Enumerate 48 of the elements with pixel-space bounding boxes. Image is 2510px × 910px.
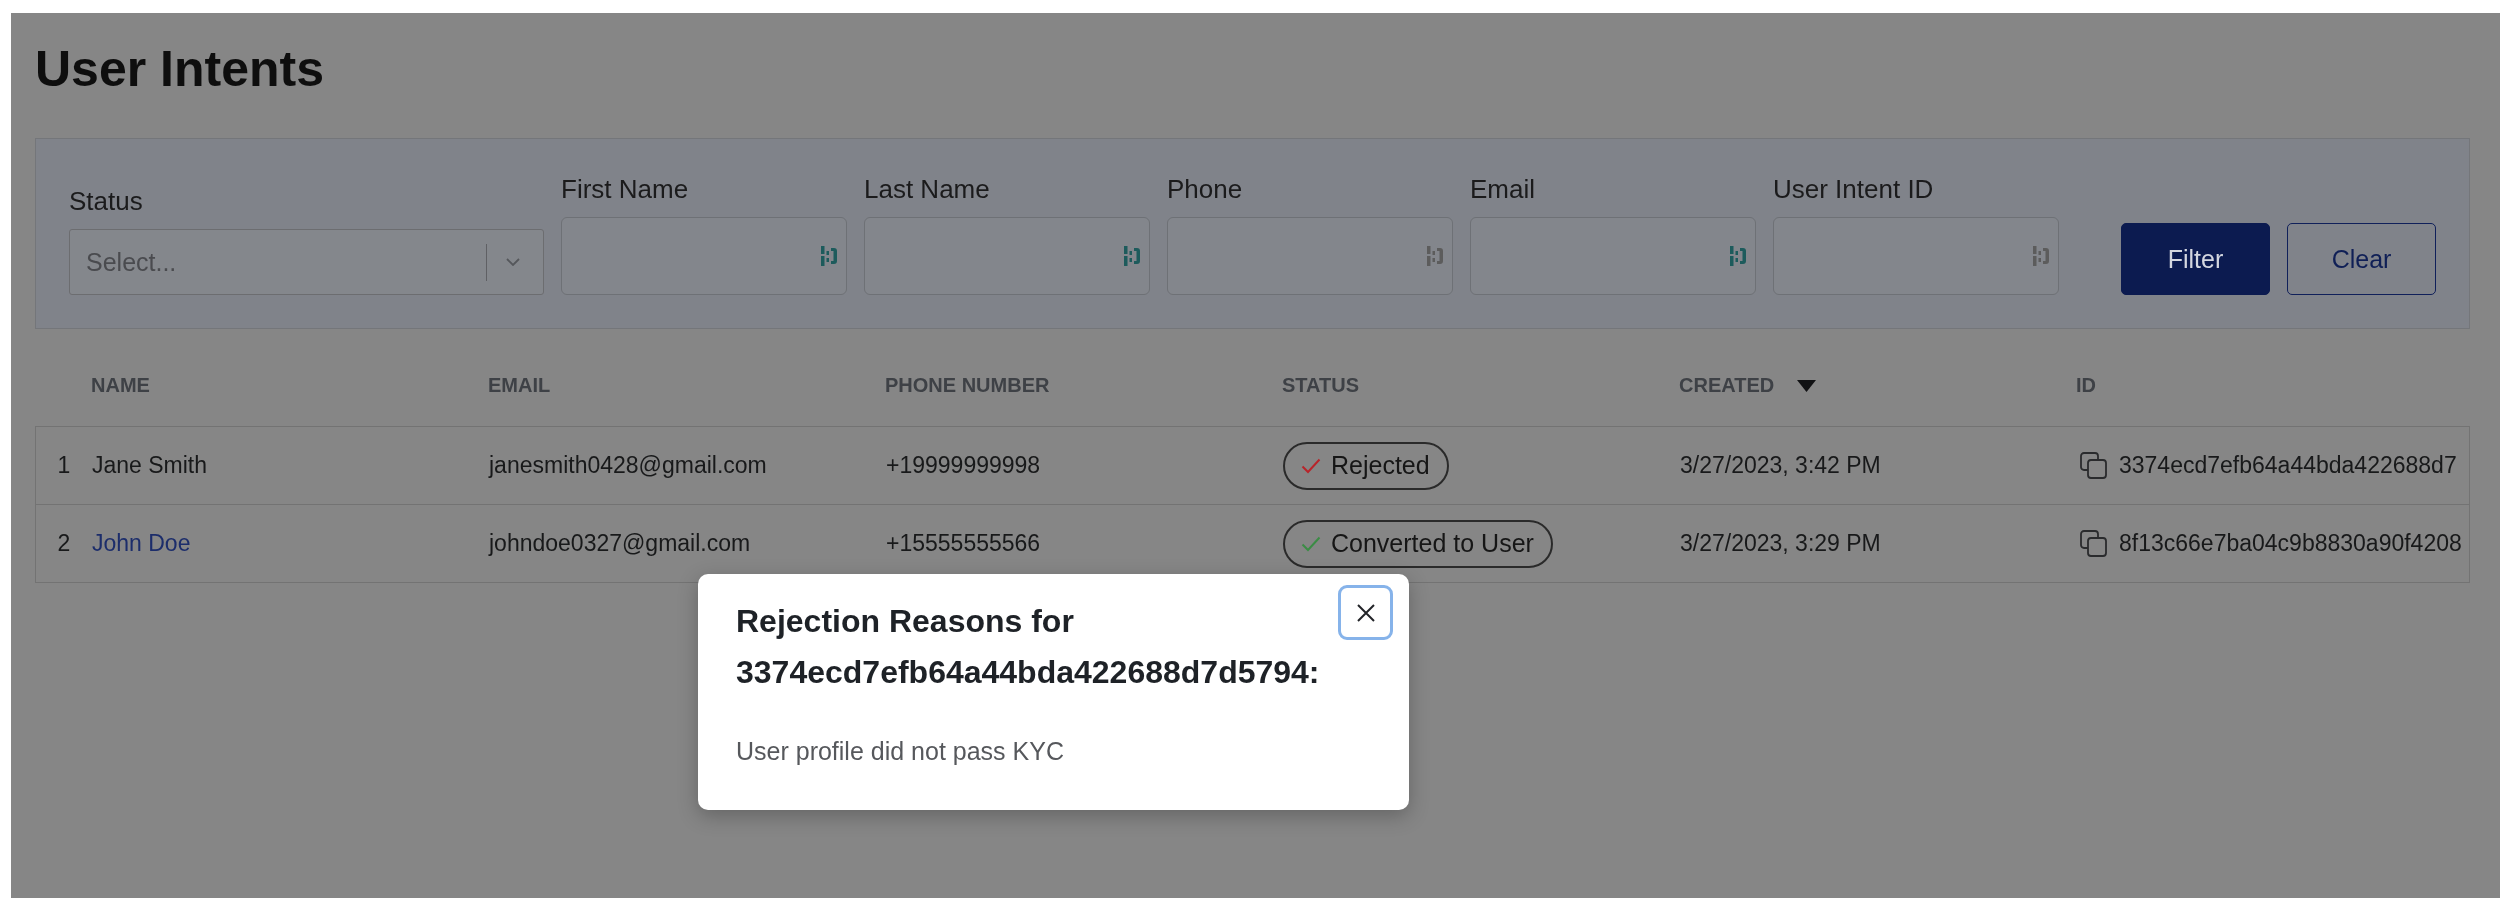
column-header[interactable]: PHONE NUMBER (885, 374, 1050, 397)
status-select[interactable]: Select... (69, 229, 544, 295)
table-cell: 3/27/2023, 3:29 PM (1680, 530, 1881, 557)
bracket-dots-icon[interactable] (821, 245, 837, 267)
name-link[interactable]: John Doe (92, 530, 191, 557)
column-header[interactable]: NAME (91, 374, 150, 397)
text-field[interactable] (1470, 217, 1756, 295)
table-cell: janesmith0428@gmail.com (489, 452, 767, 479)
text-field[interactable] (864, 217, 1150, 295)
close-icon (1355, 602, 1376, 623)
table-cell: +15555555566 (886, 530, 1041, 557)
copy-icon[interactable] (2080, 530, 2107, 557)
column-header[interactable]: CREATED (1679, 374, 1775, 397)
table-cell: johndoe0327@gmail.com (489, 530, 751, 557)
row-number: 1 (57, 452, 71, 479)
field-label: Email (1470, 174, 1535, 204)
copy-icon[interactable] (2080, 452, 2107, 479)
name-text: Jane Smith (92, 452, 208, 479)
status-text: Converted to User (1331, 529, 1534, 558)
text-field[interactable] (561, 217, 847, 295)
clear-button[interactable]: Clear (2287, 223, 2436, 295)
status-text: Rejected (1331, 451, 1430, 480)
column-header[interactable]: EMAIL (488, 374, 551, 397)
field-label: Last Name (864, 174, 990, 204)
column-header[interactable]: ID (2076, 374, 2096, 397)
bracket-dots-icon[interactable] (1427, 245, 1443, 267)
column-header[interactable]: STATUS (1282, 374, 1360, 397)
modal-message: User profile did not pass KYC (736, 736, 1064, 767)
id-text: 3374ecd7efb64a44bda422688d7 (2119, 452, 2457, 479)
id-text: 8f13c66e7ba04c9b8830a90f4208 (2119, 530, 2462, 557)
sort-caret-icon[interactable] (1797, 379, 1817, 392)
table-cell: +19999999998 (886, 452, 1041, 479)
chevron-down-icon (506, 258, 520, 266)
field-label: User Intent ID (1773, 174, 1934, 204)
bracket-dots-icon[interactable] (2033, 245, 2049, 267)
modal-title: Rejection Reasons for 3374ecd7efb64a44bda422688d7d5794: (736, 602, 1321, 692)
field-label: Status (69, 186, 143, 216)
filter-button[interactable]: Filter (2121, 223, 2270, 295)
bracket-dots-icon[interactable] (1730, 245, 1746, 267)
field-label: First Name (561, 174, 689, 204)
field-label: Phone (1167, 174, 1243, 204)
text-field[interactable] (1167, 217, 1453, 295)
close-button[interactable] (1338, 585, 1393, 640)
text-field[interactable] (1773, 217, 2059, 295)
table-cell: 3/27/2023, 3:42 PM (1680, 452, 1881, 479)
page-title: User Intents (35, 40, 324, 99)
bracket-dots-icon[interactable] (1124, 245, 1140, 267)
row-number: 2 (57, 530, 71, 557)
